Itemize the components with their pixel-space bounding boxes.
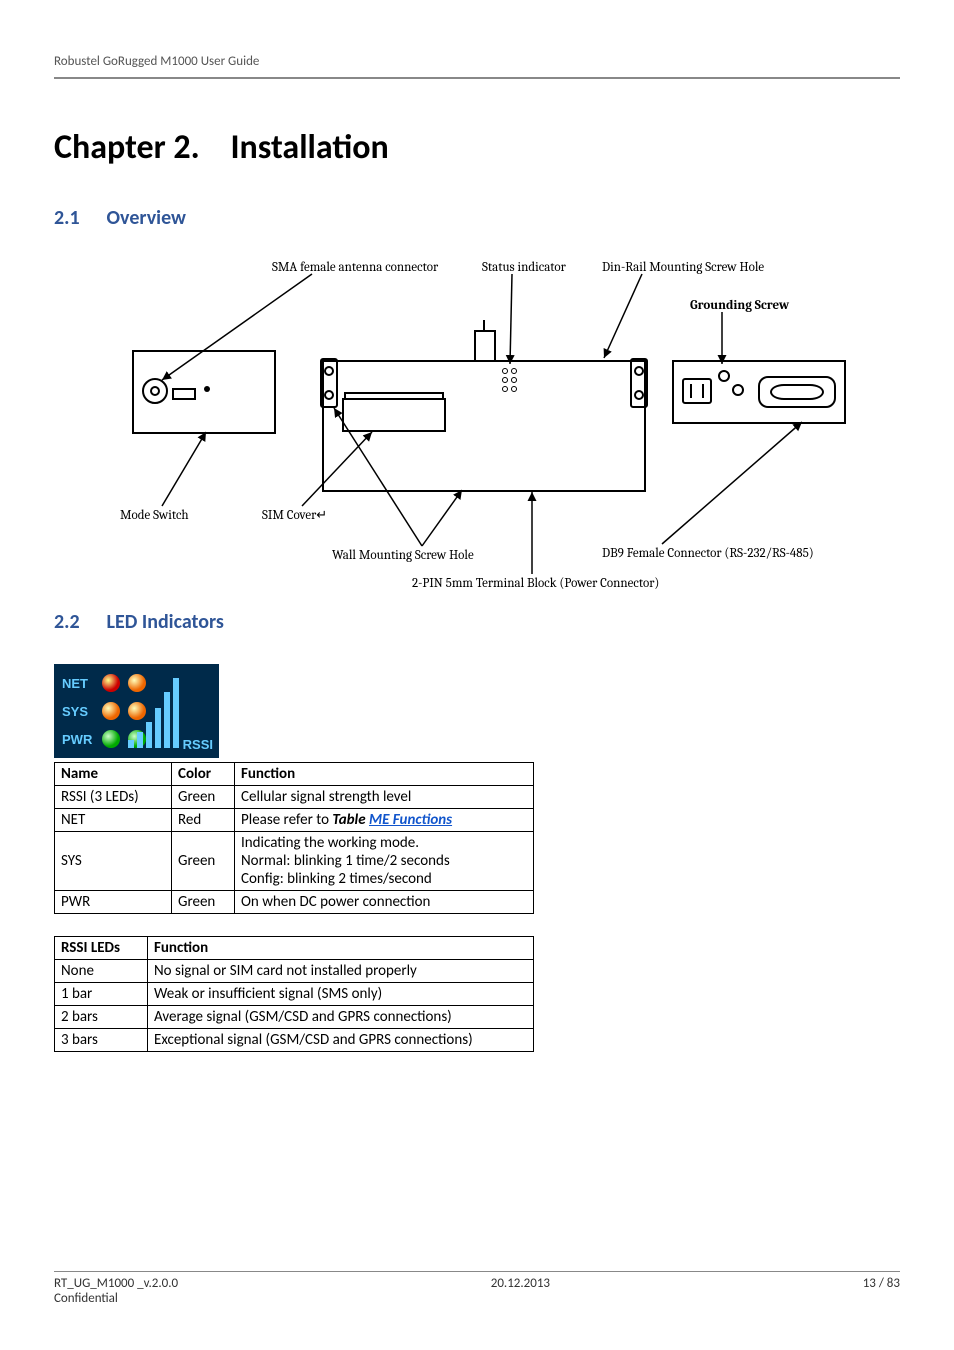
footer-doc: RT_UG_M1000 _v.2.0.0 [54, 1276, 178, 1291]
table-row: 1 bar Weak or insufficient signal (SMS o… [55, 983, 534, 1006]
label-status: Status indicator [482, 260, 566, 275]
running-header: Robustel GoRugged M1000 User Guide [54, 54, 900, 73]
line: Indicating the working mode. [241, 834, 527, 852]
table-row: PWR Green On when DC power connection [55, 891, 534, 914]
table-row: RSSI (3 LEDs) Green Cellular signal stre… [55, 786, 534, 809]
cell-function: On when DC power connection [235, 891, 534, 914]
footer-rule [54, 1271, 900, 1272]
chapter-label: Chapter 2. [54, 127, 200, 168]
sim-cover-icon [342, 398, 446, 432]
cell-color: Green [172, 832, 235, 891]
led-rssi-label: RSSI [183, 737, 213, 752]
footer-page: 13 / 83 [863, 1276, 900, 1291]
label-db9: DB9 Female Connector (RS-232/RS-485) [602, 546, 814, 561]
mode-switch-icon [204, 386, 210, 392]
cell-function: Please refer to Table ME Functions [235, 809, 534, 832]
cell-function: Average signal (GSM/CSD and GPRS connect… [148, 1006, 534, 1029]
cell-leds: 3 bars [55, 1029, 148, 1052]
section-number: 2.2 [54, 610, 102, 634]
cell-leds: 2 bars [55, 1006, 148, 1029]
led-sys-label: SYS [62, 704, 94, 719]
rssi-leds-table: RSSI LEDs Function None No signal or SIM… [54, 936, 534, 1052]
cell-name: NET [55, 809, 172, 832]
left-bracket-icon [320, 358, 338, 408]
device-left-panel [132, 350, 276, 434]
th-color: Color [172, 763, 235, 786]
led-indicators-table: Name Color Function RSSI (3 LEDs) Green … [54, 762, 534, 914]
led-net-icon [102, 674, 120, 692]
cell-name: PWR [55, 891, 172, 914]
th-function: Function [148, 937, 534, 960]
section-2-1-title: 2.1 Overview [54, 206, 900, 230]
table-word: Table [332, 811, 369, 829]
led-panel-image: NET SYS PWR RSSI [54, 664, 219, 758]
label-dinrail: Din-Rail Mounting Screw Hole [602, 260, 764, 275]
cell-color: Green [172, 786, 235, 809]
db9-connector-icon [758, 376, 836, 408]
cell-leds: 1 bar [55, 983, 148, 1006]
text: Please refer to [241, 811, 332, 829]
chapter-name: Installation [230, 127, 388, 168]
cell-color: Red [172, 809, 235, 832]
overview-diagram: SMA female antenna connector Status indi… [102, 260, 852, 590]
led-pwr-label: PWR [62, 732, 94, 747]
th-function: Function [235, 763, 534, 786]
led-net-label: NET [62, 676, 94, 691]
grounding-screw2-icon [732, 384, 744, 396]
header-rule [54, 77, 900, 79]
section-2-2-title: 2.2 LED Indicators [54, 610, 900, 634]
section-number: 2.1 [54, 206, 102, 230]
cell-name: SYS [55, 832, 172, 891]
antenna-icon [474, 330, 496, 362]
rssi-bars-icon [128, 674, 179, 748]
status-indicator-icon [502, 368, 517, 392]
section-name: Overview [107, 206, 186, 230]
label-terminal: 2-PIN 5mm Terminal Block (Power Connecto… [412, 576, 659, 591]
label-grounding: Grounding Screw [690, 298, 789, 313]
footer-confidential: Confidential [54, 1291, 900, 1306]
label-mode: Mode Switch [120, 508, 189, 523]
page: Robustel GoRugged M1000 User Guide Chapt… [0, 0, 954, 1350]
table-row: 3 bars Exceptional signal (GSM/CSD and G… [55, 1029, 534, 1052]
cell-function: Indicating the working mode. Normal: bli… [235, 832, 534, 891]
cell-function: Cellular signal strength level [235, 786, 534, 809]
cell-function: Weak or insufficient signal (SMS only) [148, 983, 534, 1006]
label-sma: SMA female antenna connector [272, 260, 438, 275]
section-name: LED Indicators [107, 610, 224, 634]
cell-function: No signal or SIM card not installed prop… [148, 960, 534, 983]
table-row: SYS Green Indicating the working mode. N… [55, 832, 534, 891]
led-sys-icon [102, 702, 120, 720]
cell-name: RSSI (3 LEDs) [55, 786, 172, 809]
table-row: NET Red Please refer to Table ME Functio… [55, 809, 534, 832]
right-bracket-icon [630, 358, 648, 408]
table-row: None No signal or SIM card not installed… [55, 960, 534, 983]
cell-function: Exceptional signal (GSM/CSD and GPRS con… [148, 1029, 534, 1052]
page-footer: RT_UG_M1000 _v.2.0.0 20.12.2013 13 / 83 … [54, 1271, 900, 1306]
sim-chip-icon [682, 378, 712, 404]
me-functions-link[interactable]: ME Functions [369, 811, 452, 829]
sma-connector-icon [142, 378, 168, 404]
cell-color: Green [172, 891, 235, 914]
line: Normal: blinking 1 time/2 seconds [241, 852, 527, 870]
th-rssi-leds: RSSI LEDs [55, 937, 148, 960]
chapter-title: Chapter 2. Installation [54, 127, 900, 168]
cell-leds: None [55, 960, 148, 983]
label-wallmount: Wall Mounting Screw Hole [332, 548, 474, 563]
label-simcover: SIM Cover↵ [262, 508, 327, 523]
th-name: Name [55, 763, 172, 786]
device-body [322, 360, 646, 484]
table-row: 2 bars Average signal (GSM/CSD and GPRS … [55, 1006, 534, 1029]
footer-date: 20.12.2013 [491, 1276, 550, 1291]
device-right-panel [672, 360, 846, 424]
slot-icon [172, 388, 196, 400]
led-pwr-icon [102, 730, 120, 748]
grounding-screw-icon [718, 370, 730, 382]
line: Config: blinking 2 times/second [241, 870, 527, 888]
